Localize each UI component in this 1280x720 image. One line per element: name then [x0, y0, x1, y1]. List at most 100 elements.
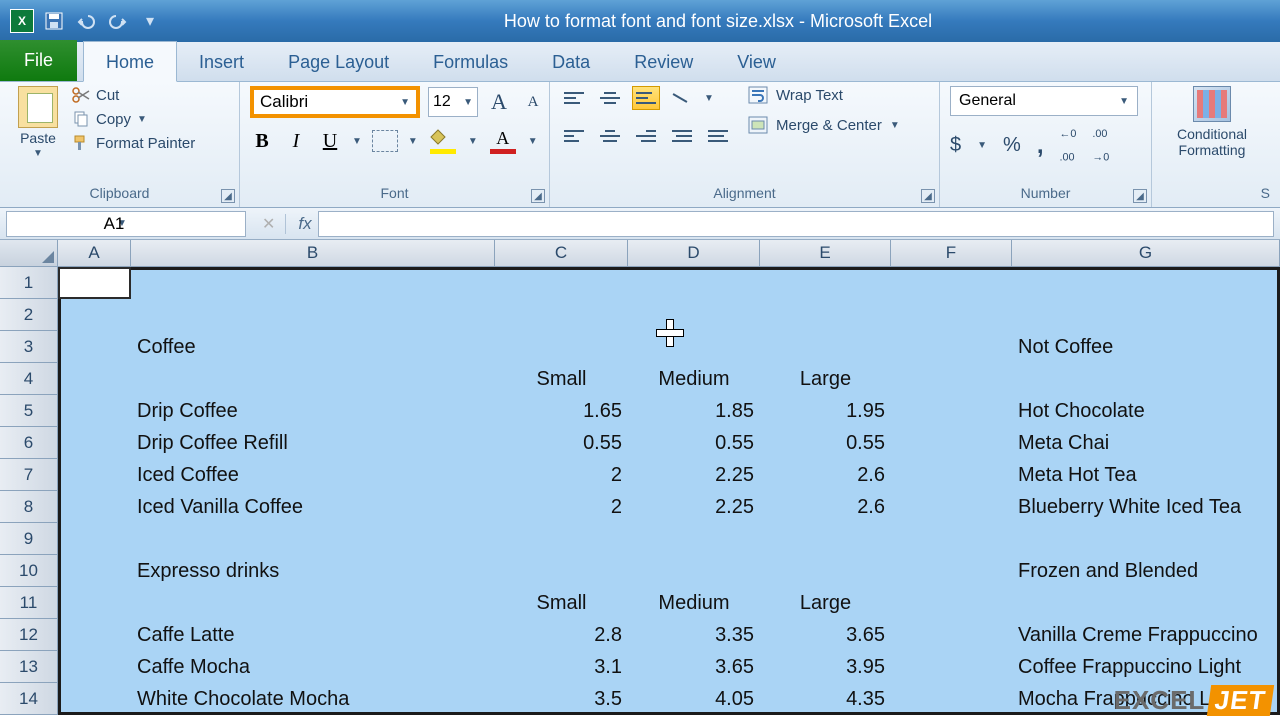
cell[interactable]: Drip Coffee Refill — [131, 427, 495, 459]
font-size-combo[interactable]: 12 ▼ — [428, 87, 478, 117]
chevron-down-icon[interactable]: ▼ — [468, 136, 478, 147]
row-header-8[interactable]: 8 — [0, 491, 58, 523]
row-header-3[interactable]: 3 — [0, 331, 58, 363]
cell[interactable]: Frozen and Blended — [1012, 555, 1280, 587]
chevron-down-icon[interactable]: ▼ — [408, 136, 418, 147]
font-color-button[interactable]: A — [488, 128, 518, 154]
tab-insert[interactable]: Insert — [177, 42, 266, 81]
cell[interactable]: White Chocolate Mocha — [131, 683, 495, 715]
row-header-1[interactable]: 1 — [0, 267, 58, 299]
align-bottom-button[interactable] — [632, 86, 660, 110]
italic-button[interactable]: I — [284, 130, 308, 153]
chevron-down-icon[interactable]: ▼ — [704, 93, 714, 104]
cell[interactable]: 0.55 — [628, 427, 760, 459]
col-header-B[interactable]: B — [131, 240, 495, 266]
copy-button[interactable]: Copy ▼ — [72, 110, 195, 128]
save-icon[interactable] — [40, 7, 68, 35]
increase-decimal-button[interactable]: ←0.00 — [1060, 128, 1077, 164]
cell[interactable]: 3.1 — [495, 651, 628, 683]
cell[interactable]: Meta Chai — [1012, 427, 1280, 459]
formula-input[interactable] — [318, 211, 1274, 237]
align-center-button[interactable] — [596, 124, 624, 148]
cell[interactable]: 1.95 — [760, 395, 891, 427]
col-header-G[interactable]: G — [1012, 240, 1280, 266]
qat-customize-icon[interactable]: ▾ — [136, 7, 164, 35]
cell[interactable]: 2 — [495, 491, 628, 523]
underline-button[interactable]: U — [318, 130, 342, 153]
cell[interactable]: Hot Chocolate — [1012, 395, 1280, 427]
grow-font-button[interactable]: A — [486, 89, 512, 115]
align-left-button[interactable] — [560, 124, 588, 148]
cell[interactable]: Not Coffee — [1012, 331, 1280, 363]
col-header-C[interactable]: C — [495, 240, 628, 266]
cell[interactable]: 1.65 — [495, 395, 628, 427]
cell[interactable]: 2.6 — [760, 491, 891, 523]
font-dialog-launcher[interactable]: ◢ — [531, 189, 545, 203]
cell[interactable]: Iced Vanilla Coffee — [131, 491, 495, 523]
row-header-14[interactable]: 14 — [0, 683, 58, 715]
active-cell-A1[interactable] — [58, 267, 131, 299]
fx-icon[interactable]: fx — [285, 214, 311, 234]
cell[interactable]: Expresso drinks — [131, 555, 495, 587]
cell[interactable]: 3.65 — [628, 651, 760, 683]
font-name-combo[interactable]: Calibri ▼ — [250, 86, 420, 118]
chevron-down-icon[interactable]: ▼ — [352, 136, 362, 147]
cut-button[interactable]: Cut — [72, 86, 195, 104]
row-header-7[interactable]: 7 — [0, 459, 58, 491]
col-header-D[interactable]: D — [628, 240, 760, 266]
cell[interactable]: Drip Coffee — [131, 395, 495, 427]
row-header-6[interactable]: 6 — [0, 427, 58, 459]
cell[interactable]: 2 — [495, 459, 628, 491]
tab-review[interactable]: Review — [612, 42, 715, 81]
fill-color-button[interactable] — [428, 128, 458, 154]
decrease-decimal-button[interactable]: .00→0 — [1092, 128, 1109, 164]
row-header-9[interactable]: 9 — [0, 523, 58, 555]
tab-data[interactable]: Data — [530, 42, 612, 81]
chevron-down-icon[interactable]: ▼ — [528, 136, 538, 147]
align-top-button[interactable] — [560, 86, 588, 110]
name-box[interactable]: A1 ▼ — [6, 211, 246, 237]
row-header-11[interactable]: 11 — [0, 587, 58, 619]
cell[interactable]: 3.35 — [628, 619, 760, 651]
row-header-2[interactable]: 2 — [0, 299, 58, 331]
chevron-down-icon[interactable]: ▼ — [977, 140, 987, 151]
tab-formulas[interactable]: Formulas — [411, 42, 530, 81]
row-header-4[interactable]: 4 — [0, 363, 58, 395]
cell[interactable]: Medium — [628, 363, 760, 395]
bold-button[interactable]: B — [250, 130, 274, 153]
cell[interactable]: Coffee Frappuccino Light — [1012, 651, 1280, 683]
cell[interactable]: Meta Hot Tea — [1012, 459, 1280, 491]
cell[interactable]: 3.65 — [760, 619, 891, 651]
cell[interactable]: Medium — [628, 587, 760, 619]
cell[interactable]: Iced Coffee — [131, 459, 495, 491]
conditional-formatting-button[interactable]: Conditional Formatting — [1162, 86, 1262, 158]
number-dialog-launcher[interactable]: ◢ — [1133, 189, 1147, 203]
excel-icon[interactable]: X — [8, 7, 36, 35]
shrink-font-button[interactable]: A — [520, 89, 546, 115]
borders-button[interactable] — [372, 130, 398, 152]
cell[interactable]: Large — [760, 363, 891, 395]
row-header-12[interactable]: 12 — [0, 619, 58, 651]
tab-view[interactable]: View — [715, 42, 798, 81]
currency-button[interactable]: $ — [950, 134, 961, 157]
cells-area[interactable]: CoffeeNot Coffee SmallMediumLarge Drip C… — [58, 267, 1280, 715]
cell[interactable]: 2.25 — [628, 491, 760, 523]
increase-indent-button[interactable] — [704, 124, 732, 148]
cell[interactable]: Small — [495, 587, 628, 619]
cell[interactable]: 0.55 — [495, 427, 628, 459]
format-painter-button[interactable]: Format Painter — [72, 134, 195, 152]
alignment-dialog-launcher[interactable]: ◢ — [921, 189, 935, 203]
row-header-10[interactable]: 10 — [0, 555, 58, 587]
row-header-5[interactable]: 5 — [0, 395, 58, 427]
wrap-text-button[interactable]: Wrap Text — [748, 86, 900, 104]
tab-home[interactable]: Home — [83, 41, 177, 82]
col-header-E[interactable]: E — [760, 240, 891, 266]
align-right-button[interactable] — [632, 124, 660, 148]
select-all-corner[interactable] — [0, 240, 58, 266]
cell[interactable]: 3.5 — [495, 683, 628, 715]
cell[interactable]: 2.8 — [495, 619, 628, 651]
row-header-13[interactable]: 13 — [0, 651, 58, 683]
number-format-combo[interactable]: General ▼ — [950, 86, 1138, 116]
tab-page-layout[interactable]: Page Layout — [266, 42, 411, 81]
orientation-button[interactable] — [668, 86, 696, 110]
